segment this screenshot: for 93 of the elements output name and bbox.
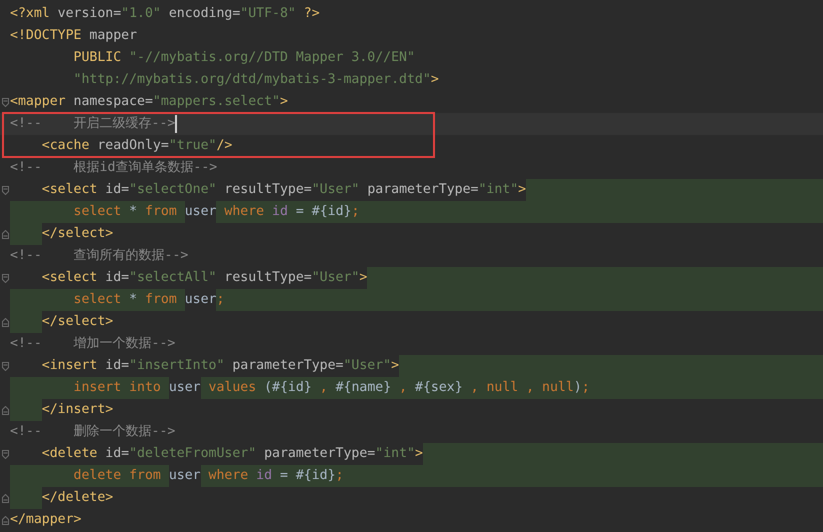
code-text: <select	[42, 269, 98, 287]
code-text: select	[74, 201, 122, 223]
code-text: = #{id}	[288, 201, 352, 223]
code-text: insert into	[74, 377, 169, 399]
fold-icon[interactable]	[2, 494, 8, 502]
code-text: "http://mybatis.org/dtd/mybatis-3-mapper.dtd"	[74, 71, 431, 89]
code-text: "-//mybatis.org//DTD Mapper 3.0//EN"	[128, 49, 415, 67]
code-text: "selectOne"	[129, 181, 216, 199]
code-text: , null , null	[470, 377, 574, 399]
code-text: from	[145, 289, 185, 311]
fold-icon[interactable]	[2, 230, 8, 238]
code-text: "User"	[343, 357, 392, 375]
code-text: <!-- 开启二级缓存-->	[10, 115, 176, 133]
code-text: (#{id}	[264, 377, 320, 399]
code-text: <delete	[42, 445, 98, 463]
code-text: </mapper>	[10, 511, 82, 529]
code-text: id=	[104, 357, 130, 375]
code-text: ;	[216, 289, 224, 311]
code-text: #{sex}	[415, 377, 471, 399]
code-text: version=	[56, 5, 122, 23]
code-text: </select>	[42, 313, 114, 331]
fold-icon[interactable]	[2, 516, 8, 524]
code-text: >	[391, 357, 400, 375]
code-text: "int"	[375, 445, 415, 463]
code-text: ;	[351, 201, 360, 223]
code-text: "1.0"	[121, 5, 161, 23]
code-text: <insert	[42, 357, 98, 375]
code-text: #{name}	[336, 377, 400, 399]
code-text: id=	[104, 445, 130, 463]
code-text: "int"	[478, 181, 518, 199]
fold-icon[interactable]	[2, 450, 8, 458]
code-text: PUBLIC	[74, 49, 122, 67]
code-text: user	[168, 379, 201, 397]
code-text: "User"	[312, 181, 360, 199]
code-text: <mapper	[10, 93, 66, 111]
code-text: id=	[104, 181, 130, 199]
code-text: namespace=	[72, 93, 153, 111]
code-text: >	[518, 181, 526, 199]
code-text: id	[256, 465, 272, 487]
code-text: delete from	[74, 465, 169, 487]
code-text: id	[272, 201, 288, 223]
code-text: parameterType=	[263, 445, 376, 463]
code-text: encoding=	[168, 5, 240, 23]
fold-icon[interactable]	[2, 362, 8, 370]
code-text: <?xml	[10, 5, 50, 23]
code-text: readOnly=	[96, 137, 169, 155]
code-text: </insert>	[42, 401, 114, 419]
fold-icon[interactable]	[2, 406, 8, 414]
code-text: >	[430, 71, 439, 89]
code-text: user	[184, 203, 216, 221]
code-text: </select>	[42, 225, 114, 243]
code-text: />	[216, 137, 232, 155]
code-text: ?>	[302, 5, 320, 23]
code-text: user	[184, 291, 216, 309]
code-text: "selectAll"	[129, 269, 216, 287]
code-text: <!-- 根据id查询单条数据-->	[10, 159, 218, 177]
code-text: "UTF-8"	[240, 5, 296, 23]
code-text: <cache	[42, 137, 90, 155]
code-text: user	[168, 467, 201, 485]
code-text: select	[74, 289, 122, 311]
code-text: </delete>	[42, 489, 114, 507]
code-text: <!-- 删除一个数据-->	[10, 423, 176, 441]
code-text: "deleteFromUser"	[129, 445, 256, 463]
code-text: parameterType=	[231, 357, 344, 375]
code-text: ,	[399, 377, 415, 399]
code-text: *	[121, 289, 145, 311]
code-text: <select	[42, 181, 98, 199]
code-text: *	[121, 201, 145, 223]
fold-icon[interactable]	[2, 274, 8, 282]
code-text: >	[414, 445, 423, 463]
fold-icon[interactable]	[2, 186, 8, 194]
code-text: resultType=	[223, 181, 312, 199]
code-text: <!-- 查询所有的数据-->	[10, 247, 188, 265]
code-text: where	[200, 465, 256, 487]
code-text: values	[200, 377, 264, 399]
code-text: <!DOCTYPE	[10, 27, 82, 45]
code-text: >	[359, 269, 368, 287]
code-text: parameterType=	[366, 181, 478, 199]
code-text: "User"	[312, 269, 360, 287]
code-text: "insertInto"	[129, 357, 224, 375]
fold-icon[interactable]	[2, 318, 8, 326]
code-text: mapper	[88, 27, 138, 45]
code-text: >	[280, 93, 288, 111]
code-text: id=	[104, 269, 130, 287]
fold-icon[interactable]	[2, 98, 8, 106]
code-text: "true"	[168, 137, 216, 155]
code-text: = #{id}	[272, 465, 336, 487]
code-text: where	[216, 201, 272, 223]
code-text: "mappers.select"	[152, 93, 280, 111]
code-text: <!-- 增加一个数据-->	[10, 335, 176, 353]
code-text: from	[145, 201, 185, 223]
code-text: ,	[320, 377, 336, 399]
code-text: resultType=	[223, 269, 312, 287]
